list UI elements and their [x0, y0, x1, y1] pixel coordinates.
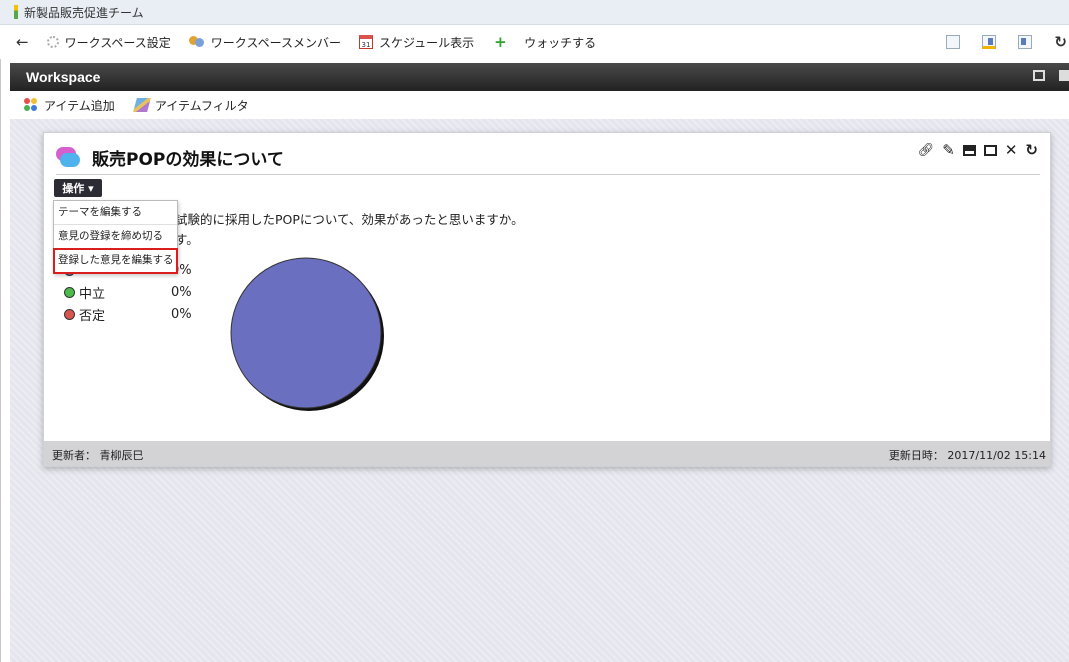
card-actions: 🔗︎ ✎ ✕ ↻	[910, 141, 1038, 159]
card-title: 販売POPの効果について	[92, 150, 284, 170]
legend-label: 中立	[79, 286, 106, 302]
watch-add-icon: +	[494, 33, 507, 51]
members-icon	[188, 36, 205, 48]
operations-button[interactable]: 操作 ▾	[54, 179, 102, 197]
add-item-label: アイテム追加	[44, 98, 115, 113]
layout-split-icon[interactable]	[1018, 35, 1033, 49]
workspace-settings-button[interactable]: ワークスペース設定	[46, 34, 171, 51]
workspace-title: Workspace	[26, 69, 101, 85]
menu-item-edit-theme[interactable]: テーマを編集する	[54, 201, 177, 225]
gear-icon	[46, 36, 59, 48]
item-bar: アイテム追加 アイテムフィルタ	[10, 91, 1069, 119]
schedule-view-label: スケジュール表示	[378, 35, 475, 50]
close-icon[interactable]: ✕	[1005, 141, 1018, 159]
neutral-dot-icon	[64, 286, 75, 298]
watch-label: ウォッチする	[524, 35, 597, 50]
negative-dot-icon	[64, 308, 75, 320]
title-bar: 新製品販売促進チーム	[0, 0, 1069, 25]
discussion-icon	[56, 146, 80, 169]
card-title-row: 販売POPの効果について	[56, 145, 284, 170]
link-icon[interactable]: 🔗︎	[918, 143, 935, 158]
menu-item-edit-opinion[interactable]: 登録した意見を編集する	[53, 248, 178, 274]
maximize-icon[interactable]	[983, 144, 997, 156]
restore-icon[interactable]	[1033, 70, 1045, 81]
workspace-header-icons	[1033, 70, 1069, 81]
maximize-icon[interactable]	[1059, 70, 1069, 81]
question-line-2: す。	[175, 232, 199, 247]
team-color-icon	[14, 5, 18, 19]
legend-label: 否定	[79, 308, 106, 324]
schedule-view-button[interactable]: 31 スケジュール表示	[358, 34, 475, 51]
survey-card: 販売POPの効果について 🔗︎ ✎ ✕ ↻ 操作 ▾ 試験的に採用したPOPにつ…	[43, 132, 1051, 467]
filter-icon	[132, 98, 151, 112]
layout-right-panel-icon[interactable]	[982, 35, 997, 49]
title-divider	[56, 174, 1040, 175]
watch-button[interactable]: + ウォッチする	[492, 34, 596, 51]
updated-at-text: 更新日時： 2017/11/02 15:14	[888, 449, 1046, 462]
calendar-icon: 31	[358, 35, 373, 49]
window-title: 新製品販売促進チーム	[24, 5, 144, 20]
question-text: 試験的に採用したPOPについて、効果があったと思いますか。 す。	[175, 210, 524, 250]
pie-slice	[230, 257, 382, 409]
workspace-members-button[interactable]: ワークスペースメンバー	[188, 34, 341, 51]
workspace-settings-label: ワークスペース設定	[64, 35, 171, 50]
question-line-1: 試験的に採用したPOPについて、効果があったと思いますか。	[175, 212, 524, 227]
refresh-icon[interactable]: ↻	[1025, 141, 1038, 159]
operations-dropdown: テーマを編集する 意見の登録を締め切る 登録した意見を編集する	[53, 200, 178, 274]
workspace-header: Workspace	[10, 63, 1069, 91]
vote-pie-chart	[230, 257, 384, 411]
back-arrow-icon[interactable]: ←	[16, 33, 29, 51]
edit-pencil-icon[interactable]: ✎	[942, 141, 955, 159]
minimize-icon[interactable]	[962, 144, 976, 156]
layout-single-icon[interactable]	[946, 35, 961, 49]
item-filter-label: アイテムフィルタ	[154, 98, 249, 113]
legend-percent: 0%	[171, 284, 192, 300]
card-footer: 更新者： 青柳辰巳 更新日時： 2017/11/02 15:14	[44, 441, 1050, 466]
legend-row-negative: 否定 0%	[64, 303, 192, 325]
layout-switcher: ↻	[946, 25, 1069, 59]
legend-percent: 0%	[171, 306, 192, 322]
workspace-members-label: ワークスペースメンバー	[210, 35, 341, 50]
add-item-button[interactable]: アイテム追加	[24, 97, 115, 114]
puzzle-icon	[24, 98, 38, 112]
toolbar: ← ワークスペース設定 ワークスペースメンバー 31 スケジュール表示 + ウォ…	[0, 25, 1069, 59]
item-filter-button[interactable]: アイテムフィルタ	[132, 97, 249, 114]
reload-icon[interactable]: ↻	[1054, 33, 1067, 51]
legend-row-neutral: 中立 0%	[64, 281, 192, 303]
menu-item-close-registration[interactable]: 意見の登録を締め切る	[54, 225, 177, 249]
updater-text: 更新者： 青柳辰巳	[52, 449, 144, 462]
